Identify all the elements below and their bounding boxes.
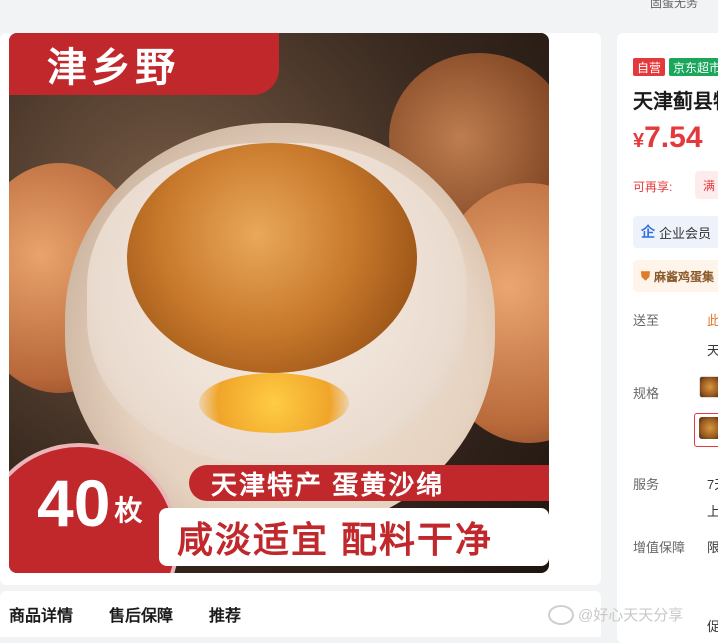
watermark-text: @好心天天分享 — [578, 607, 684, 624]
ship-address[interactable]: 天 — [707, 340, 718, 359]
self-operated-badge: 自营 — [633, 58, 666, 76]
tab-after-sales[interactable]: 售后保障 — [109, 602, 173, 626]
spec-option-thumbnail[interactable] — [699, 376, 718, 398]
tab-recommend[interactable]: 推荐 — [209, 602, 241, 626]
price-value: 7.54 — [644, 121, 703, 154]
ship-to-label: 送至 — [633, 313, 660, 328]
tagline-secondary: 咸淡适宜 配料干净 — [159, 508, 549, 566]
guarantee-value[interactable]: 限 — [707, 537, 718, 556]
weibo-icon — [548, 604, 574, 625]
enterprise-member-box[interactable]: 企 企业会员 — [633, 216, 718, 248]
egg-yolk — [127, 143, 417, 373]
related-product-hint[interactable]: ⛊ 麻酱鸡蛋集 — [633, 260, 718, 292]
detail-tabs: 商品详情 售后保障 推荐 — [0, 591, 601, 637]
spec-label: 规格 — [633, 386, 660, 401]
count-number: 40 — [37, 466, 111, 540]
tagline-primary: 天津特产 蛋黄沙绵 — [189, 465, 549, 501]
yolk-oil — [199, 373, 349, 433]
hint-text: 麻酱鸡蛋集 — [654, 269, 715, 284]
service-value: 7天 — [707, 477, 718, 492]
jd-supermarket-badge: 京东超市 — [669, 58, 718, 76]
product-main-image[interactable]: 津乡野 40 枚 天津特产 蛋黄沙绵 咸淡适宜 配料干净 — [9, 33, 549, 573]
ship-to-value[interactable]: 此 — [707, 310, 718, 329]
enterprise-label: 企业会员 — [659, 225, 712, 241]
promo-label: 可再享: — [633, 180, 673, 194]
tab-product-details[interactable]: 商品详情 — [9, 602, 73, 626]
brand-banner: 津乡野 — [9, 33, 279, 95]
service-value-2: 上 — [707, 504, 718, 519]
promo-coupon[interactable]: 满 — [695, 171, 718, 199]
watermark: @好心天天分享 — [548, 604, 683, 625]
guarantee-label: 增值保障 — [633, 540, 686, 555]
service-label: 服务 — [633, 477, 660, 492]
price-currency: ¥ — [633, 130, 645, 152]
product-title: 天津蓟县特 — [633, 91, 718, 113]
count-unit: 枚 — [114, 495, 143, 526]
product-info-panel: 自营 京东超市 天津蓟县特 ¥7.54 可再享: 满 企 企业会员 ⛊ 麻酱鸡蛋… — [617, 33, 718, 643]
enterprise-icon: 企 — [641, 224, 655, 240]
count-badge: 40 枚 — [37, 465, 142, 541]
spec-option-thumbnail[interactable] — [699, 417, 718, 439]
shield-icon: ⛊ — [641, 268, 651, 283]
bottom-partial-text: 促 — [707, 619, 718, 634]
product-price: ¥7.54 — [633, 121, 703, 155]
top-partial-text: 固蛋无务 — [650, 0, 699, 10]
